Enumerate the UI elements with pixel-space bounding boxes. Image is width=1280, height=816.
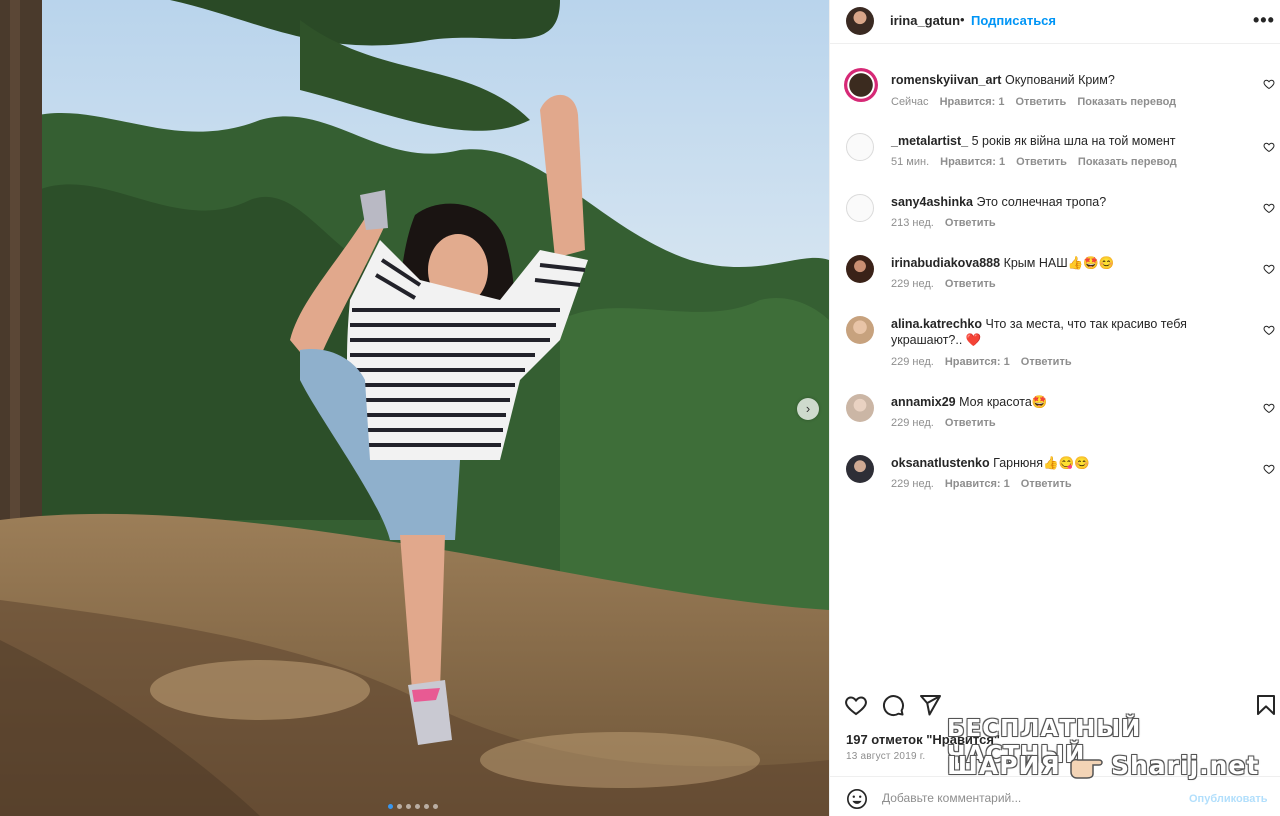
- carousel-dot[interactable]: [388, 804, 393, 809]
- post-side-panel: irina_gatun • Подписаться ••• romenskyii…: [829, 0, 1280, 816]
- carousel-dot[interactable]: [415, 804, 420, 809]
- comment-avatar[interactable]: [846, 255, 874, 283]
- watermark-line2: ШАРИЯ: [947, 751, 1061, 780]
- post-header: irina_gatun • Подписаться •••: [830, 0, 1280, 44]
- comment-text: Крым НАШ👍🤩😊: [1003, 256, 1115, 270]
- chevron-right-icon: ›: [805, 401, 811, 416]
- author-avatar[interactable]: [846, 7, 874, 35]
- comment-text: Это солнечная тропа?: [976, 195, 1107, 209]
- watermark: БЕСПЛАТНЫЙ ЧАСТНЫЙ ШАРИЯ Sharij.net: [947, 716, 1260, 786]
- carousel-dots: [388, 804, 438, 809]
- emoji-icon[interactable]: [846, 788, 868, 810]
- comment-username[interactable]: annamix29: [891, 395, 956, 409]
- bookmark-icon[interactable]: [1254, 693, 1278, 717]
- comment-likes[interactable]: Нравится: 1: [940, 96, 1005, 108]
- reply-button[interactable]: Ответить: [1015, 96, 1066, 108]
- comment-username[interactable]: romenskyiivan_art: [891, 73, 1001, 87]
- comment-avatar[interactable]: [846, 394, 874, 422]
- comment-body: romenskyiivan_art Окупований Крим?: [891, 72, 1231, 88]
- comment-avatar[interactable]: [846, 194, 874, 222]
- photo-illustration: [0, 0, 829, 816]
- comment-avatar[interactable]: [846, 316, 874, 344]
- heart-icon[interactable]: [1263, 402, 1275, 414]
- comment-meta: 229 нед. Ответить: [891, 417, 996, 429]
- reply-button[interactable]: Ответить: [945, 278, 996, 290]
- comment-username[interactable]: sany4ashinka: [891, 195, 973, 209]
- comment-item: sany4ashinka Это солнечная тропа? 213 не…: [830, 192, 1280, 248]
- comment-time[interactable]: 229 нед.: [891, 356, 934, 368]
- comment-item: annamix29 Моя красота🤩 229 нед. Ответить: [830, 392, 1280, 448]
- carousel-dot[interactable]: [397, 804, 402, 809]
- comment-time[interactable]: 51 мин.: [891, 156, 929, 168]
- heart-icon[interactable]: [1263, 263, 1275, 275]
- comment-body: oksanatlustenko Гарнюня👍😋😊: [891, 455, 1231, 471]
- comment-time[interactable]: Сейчас: [891, 96, 929, 108]
- comment-body: sany4ashinka Это солнечная тропа?: [891, 194, 1231, 210]
- comment-avatar[interactable]: [844, 68, 878, 102]
- post-photo[interactable]: ›: [0, 0, 829, 816]
- pointing-hand-icon: [1070, 758, 1103, 779]
- comment-item: oksanatlustenko Гарнюня👍😋😊 229 нед. Нрав…: [830, 453, 1280, 509]
- comment-avatar[interactable]: [846, 133, 874, 161]
- comment-input[interactable]: [882, 787, 1172, 809]
- reply-button[interactable]: Ответить: [1021, 478, 1072, 490]
- comment-item: _metalartist_ 5 років як війна шла на то…: [830, 131, 1280, 187]
- separator-dot: •: [960, 12, 965, 27]
- post-date[interactable]: 13 август 2019 г.: [846, 751, 925, 762]
- comment-meta: Сейчас Нравится: 1 Ответить Показать пер…: [891, 96, 1176, 108]
- heart-icon[interactable]: [1263, 78, 1275, 90]
- comment-username[interactable]: alina.katrechko: [891, 317, 982, 331]
- comment-meta: 229 нед. Нравится: 1 Ответить: [891, 356, 1072, 368]
- reply-button[interactable]: Ответить: [1016, 156, 1067, 168]
- comment-meta: 51 мин. Нравится: 1 Ответить Показать пе…: [891, 156, 1177, 168]
- comment-item: irinabudiakova888 Крым НАШ👍🤩😊 229 нед. О…: [830, 253, 1280, 309]
- comment-item: romenskyiivan_art Окупований Крим? Сейча…: [830, 68, 1280, 124]
- carousel-dot[interactable]: [424, 804, 429, 809]
- comment-text: Окупований Крим?: [1004, 73, 1115, 87]
- comment-likes[interactable]: Нравится: 1: [945, 478, 1010, 490]
- carousel-next-button[interactable]: ›: [797, 398, 819, 420]
- comment-time[interactable]: 229 нед.: [891, 278, 934, 290]
- comment-meta: 229 нед. Ответить: [891, 278, 996, 290]
- reply-button[interactable]: Ответить: [945, 417, 996, 429]
- follow-button[interactable]: Подписаться: [971, 13, 1056, 28]
- watermark-line3: Sharij.net: [1111, 751, 1260, 780]
- heart-icon[interactable]: [1263, 324, 1275, 336]
- comment-body: annamix29 Моя красота🤩: [891, 394, 1231, 410]
- comment-avatar[interactable]: [846, 455, 874, 483]
- comment-icon[interactable]: [881, 693, 905, 717]
- comment-username[interactable]: irinabudiakova888: [891, 256, 1000, 270]
- comment-username[interactable]: oksanatlustenko: [891, 456, 990, 470]
- comment-time[interactable]: 213 нед.: [891, 217, 934, 229]
- publish-button[interactable]: Опубликовать: [1189, 793, 1268, 805]
- comment-meta: 213 нед. Ответить: [891, 217, 996, 229]
- heart-icon[interactable]: [844, 693, 868, 717]
- comment-text: Гарнюня👍😋😊: [993, 456, 1090, 470]
- comment-body: _metalartist_ 5 років як війна шла на то…: [891, 133, 1231, 149]
- reply-button[interactable]: Ответить: [1021, 356, 1072, 368]
- comment-item: alina.katrechko Что за места, что так кр…: [830, 314, 1280, 378]
- carousel-dot[interactable]: [433, 804, 438, 809]
- comment-username[interactable]: _metalartist_: [891, 134, 968, 148]
- comment-body: irinabudiakova888 Крым НАШ👍🤩😊: [891, 255, 1231, 271]
- comment-text: Моя красота🤩: [959, 395, 1048, 409]
- translate-button[interactable]: Показать перевод: [1077, 96, 1176, 108]
- reply-button[interactable]: Ответить: [945, 217, 996, 229]
- carousel-dot[interactable]: [406, 804, 411, 809]
- more-icon[interactable]: •••: [1253, 10, 1275, 31]
- comment-text: 5 років як війна шла на той момент: [971, 134, 1176, 148]
- share-icon[interactable]: [918, 693, 942, 717]
- comment-likes[interactable]: Нравится: 1: [940, 156, 1005, 168]
- heart-icon[interactable]: [1263, 141, 1275, 153]
- comment-body: alina.katrechko Что за места, что так кр…: [891, 316, 1231, 348]
- heart-icon[interactable]: [1263, 202, 1275, 214]
- comment-meta: 229 нед. Нравится: 1 Ответить: [891, 478, 1072, 490]
- comment-time[interactable]: 229 нед.: [891, 417, 934, 429]
- translate-button[interactable]: Показать перевод: [1078, 156, 1177, 168]
- comment-time[interactable]: 229 нед.: [891, 478, 934, 490]
- author-username[interactable]: irina_gatun: [890, 13, 960, 28]
- heart-icon[interactable]: [1263, 463, 1275, 475]
- comment-likes[interactable]: Нравится: 1: [945, 356, 1010, 368]
